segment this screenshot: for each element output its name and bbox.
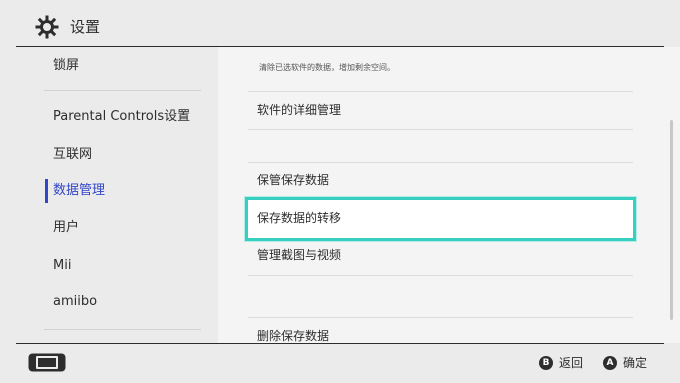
menu-item-label: 管理截图与视频 <box>257 248 342 262</box>
sidebar-item-internet[interactable]: 互联网 <box>53 146 92 164</box>
sidebar-item-lock-screen[interactable]: 锁屏 <box>53 57 79 75</box>
sidebar-item-users[interactable]: 用户 <box>53 219 79 237</box>
menu-item-software-management[interactable]: 软件的详细管理 <box>248 92 633 130</box>
sidebar-item-data-management[interactable]: 数据管理 <box>53 182 105 200</box>
active-indicator <box>45 179 48 203</box>
menu-item-transfer-save-data[interactable]: 保存数据的转移 <box>248 200 633 238</box>
a-button-icon: A <box>603 356 617 370</box>
console-icon <box>28 353 66 372</box>
menu-item-manage-save-data[interactable]: 保管保存数据 <box>248 162 633 200</box>
header: 设置 <box>0 0 680 46</box>
menu-item-manage-screenshots-videos[interactable]: 管理截图与视频 <box>248 237 633 275</box>
page-title: 设置 <box>70 18 101 36</box>
row-divider <box>248 275 633 276</box>
ok-label: 确定 <box>623 356 648 370</box>
b-button-icon: B <box>539 356 553 370</box>
row-divider <box>248 129 633 130</box>
back-label: 返回 <box>559 356 584 370</box>
menu-item-delete-save-data[interactable]: 删除保存数据 <box>248 318 633 343</box>
sidebar-divider <box>44 90 201 91</box>
description-text: 清除已选软件的数据，增加剩余空间。 <box>259 63 395 72</box>
sidebar: 锁屏 Parental Controls设置 互联网 数据管理 用户 Mii a… <box>0 47 218 343</box>
back-button[interactable]: B 返回 <box>539 354 583 372</box>
scrollbar[interactable] <box>670 120 673 320</box>
main-panel: 清除已选软件的数据，增加剩余空间。 软件的详细管理 保管保存数据 保存数据的转移… <box>218 47 680 343</box>
ok-button[interactable]: A 确定 <box>603 354 647 372</box>
sidebar-item-amiibo[interactable]: amiibo <box>53 293 97 311</box>
gear-icon <box>35 15 59 39</box>
sidebar-divider <box>44 329 201 330</box>
menu-item-label: 保管保存数据 <box>257 173 330 187</box>
menu-item-label: 软件的详细管理 <box>257 103 342 117</box>
menu-item-label: 删除保存数据 <box>257 329 330 343</box>
sidebar-item-mii[interactable]: Mii <box>53 257 71 275</box>
menu-item-label: 保存数据的转移 <box>257 211 342 225</box>
sidebar-item-parental-controls[interactable]: Parental Controls设置 <box>53 108 190 126</box>
footer: B 返回 A 确定 <box>0 344 680 383</box>
